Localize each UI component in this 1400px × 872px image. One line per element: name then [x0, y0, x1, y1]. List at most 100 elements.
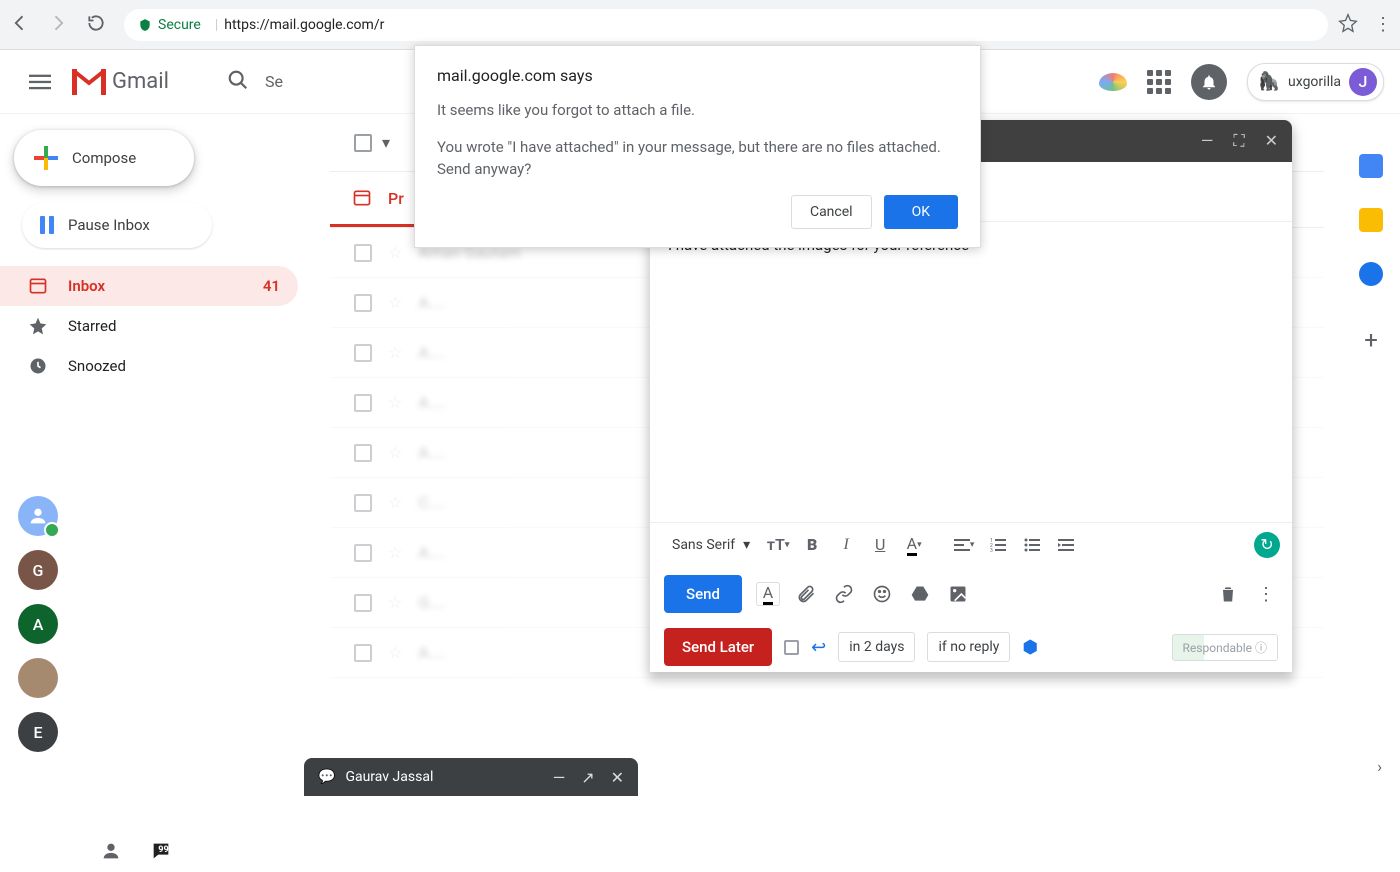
hangouts-chat-bar[interactable]: 💬 Gaurav Jassal — ↗ ✕ — [304, 758, 638, 796]
indent-icon[interactable] — [1050, 529, 1082, 561]
profile-avatar: J — [1349, 68, 1377, 96]
star-icon[interactable]: ☆ — [388, 593, 402, 612]
font-selector[interactable]: Sans Serif▾ — [662, 537, 760, 553]
pause-inbox-button[interactable]: Pause Inbox — [22, 202, 212, 248]
ok-button[interactable]: OK — [884, 195, 958, 229]
keep-icon[interactable] — [1359, 208, 1383, 232]
notifications-icon[interactable] — [1191, 64, 1227, 100]
discard-icon[interactable] — [1216, 582, 1240, 606]
link-icon[interactable] — [832, 582, 856, 606]
gmail-logo-text: Gmail — [112, 69, 169, 94]
chat-minimize-icon[interactable]: — — [553, 768, 566, 787]
contact-avatar[interactable]: A — [18, 604, 58, 644]
more-options-icon[interactable]: ⋮ — [1254, 582, 1278, 606]
text-color-icon[interactable]: A▾ — [898, 529, 930, 561]
attach-icon[interactable] — [794, 582, 818, 606]
align-icon[interactable]: ▾ — [948, 529, 980, 561]
expand-panel-icon[interactable]: › — [1377, 757, 1382, 776]
font-size-icon[interactable]: тT▾ — [762, 529, 794, 561]
chrome-menu-icon[interactable]: ⋮ — [1374, 14, 1390, 35]
numbered-list-icon[interactable]: 123 — [982, 529, 1014, 561]
star-icon[interactable]: ☆ — [388, 443, 402, 462]
respondable-badge[interactable]: Respondable ⓘ — [1172, 634, 1278, 661]
reminder-checkbox[interactable] — [784, 640, 799, 655]
sidebar: Compose Pause Inbox Inbox 41 Starred Sno… — [0, 114, 310, 872]
send-button[interactable]: Send — [664, 575, 742, 613]
boomerang-icon[interactable]: ↩ — [811, 637, 826, 658]
sidebar-item-starred[interactable]: Starred — [0, 306, 298, 346]
snoozed-label: Snoozed — [68, 357, 126, 375]
star-icon[interactable]: ☆ — [388, 293, 402, 312]
italic-icon[interactable]: I — [830, 529, 862, 561]
grammarly-icon[interactable]: ↻ — [1254, 532, 1280, 558]
tab-primary-label: Pr — [388, 189, 404, 208]
add-addon-icon[interactable]: + — [1364, 326, 1378, 354]
compose-body[interactable]: I have attached the images for your refe… — [650, 222, 1292, 522]
cancel-button[interactable]: Cancel — [791, 195, 872, 229]
text-format-icon[interactable]: A — [756, 582, 780, 606]
inbox-count: 41 — [263, 277, 280, 295]
tab-primary[interactable]: Pr — [330, 172, 426, 227]
address-bar[interactable]: Secure | https://mail.google.com/r — [124, 9, 1328, 41]
row-checkbox[interactable] — [354, 544, 372, 562]
contact-avatar[interactable]: E — [18, 712, 58, 752]
reminder-if[interactable]: if no reply — [927, 632, 1010, 662]
emoji-icon[interactable] — [870, 582, 894, 606]
row-checkbox[interactable] — [354, 494, 372, 512]
row-checkbox[interactable] — [354, 294, 372, 312]
row-checkbox[interactable] — [354, 244, 372, 262]
calendar-icon[interactable] — [1359, 154, 1383, 178]
star-icon[interactable]: ☆ — [388, 343, 402, 362]
inbox-label: Inbox — [68, 277, 105, 295]
account-chip[interactable]: 🦍 uxgorilla J — [1247, 63, 1384, 101]
row-checkbox[interactable] — [354, 594, 372, 612]
sidebar-item-snoozed[interactable]: Snoozed — [0, 346, 298, 386]
secure-badge: Secure — [138, 17, 201, 33]
back-icon[interactable] — [10, 13, 30, 37]
contact-avatar[interactable] — [18, 658, 58, 698]
row-checkbox[interactable] — [354, 344, 372, 362]
star-icon[interactable]: ☆ — [388, 393, 402, 412]
hangouts-person-icon[interactable] — [100, 840, 122, 866]
search-icon[interactable] — [227, 69, 249, 95]
help-icon[interactable]: ⬢ — [1022, 637, 1038, 658]
row-checkbox[interactable] — [354, 644, 372, 662]
send-later-button[interactable]: Send Later — [664, 628, 772, 666]
row-checkbox[interactable] — [354, 394, 372, 412]
gmail-logo[interactable]: Gmail — [72, 69, 169, 95]
select-all-checkbox[interactable] — [354, 134, 372, 152]
chat-close-icon[interactable]: ✕ — [611, 768, 624, 787]
bullet-list-icon[interactable] — [1016, 529, 1048, 561]
image-icon[interactable] — [946, 582, 970, 606]
select-all-dropdown-icon[interactable]: ▾ — [382, 133, 390, 152]
hangouts-contacts: G A E — [18, 496, 58, 752]
tasks-icon[interactable] — [1359, 262, 1383, 286]
hangouts-chat-icon[interactable]: 99 — [150, 840, 172, 866]
underline-icon[interactable]: U — [864, 529, 896, 561]
star-icon[interactable]: ☆ — [388, 643, 402, 662]
menu-icon[interactable] — [16, 58, 64, 106]
reminder-in[interactable]: in 2 days — [838, 632, 915, 662]
star-icon[interactable] — [1338, 13, 1358, 37]
apps-grid-icon[interactable] — [1147, 70, 1171, 94]
star-icon[interactable]: ☆ — [388, 543, 402, 562]
reload-icon[interactable] — [86, 13, 106, 37]
compose-button[interactable]: Compose — [14, 130, 194, 186]
contact-avatar[interactable] — [18, 496, 58, 536]
pause-label: Pause Inbox — [68, 216, 150, 234]
drive-icon[interactable] — [908, 582, 932, 606]
minimize-icon[interactable]: — — [1201, 131, 1214, 151]
star-icon[interactable]: ☆ — [388, 243, 402, 262]
contact-avatar[interactable]: G — [18, 550, 58, 590]
chat-popout-icon[interactable]: ↗ — [581, 768, 594, 787]
compose-label: Compose — [72, 149, 136, 167]
forward-icon[interactable] — [48, 13, 68, 37]
close-icon[interactable]: ✕ — [1265, 131, 1278, 151]
extension-icon[interactable] — [1099, 73, 1127, 91]
bold-icon[interactable]: B — [796, 529, 828, 561]
row-checkbox[interactable] — [354, 444, 372, 462]
star-icon[interactable]: ☆ — [388, 493, 402, 512]
sidebar-item-inbox[interactable]: Inbox 41 — [0, 266, 298, 306]
search-placeholder[interactable]: Se — [265, 72, 283, 91]
fullscreen-icon[interactable]: ⛶ — [1233, 131, 1244, 151]
